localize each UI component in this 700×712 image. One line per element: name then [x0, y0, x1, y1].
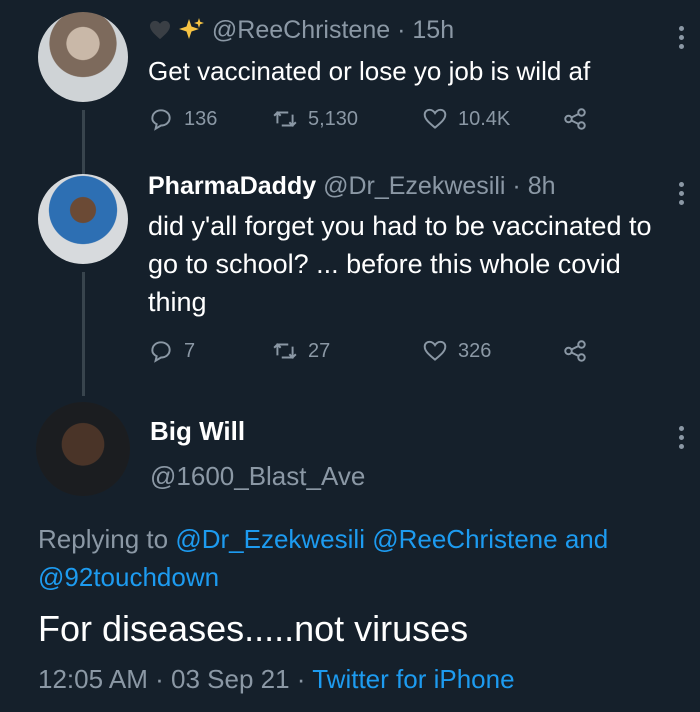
heart-icon — [423, 340, 447, 361]
tweet-meta: 12:05 AM · 03 Sep 21 · Twitter for iPhon… — [38, 664, 515, 695]
tweet1-text: Get vaccinated or lose yo job is wild af — [148, 56, 591, 86]
tweet2-time[interactable]: 8h — [528, 172, 556, 200]
main-tweet-text: For diseases.....not viruses — [38, 608, 469, 649]
replying-prefix: Replying to — [38, 524, 169, 554]
retweet-icon — [273, 343, 297, 359]
tweet-time[interactable]: 12:05 AM — [38, 664, 148, 694]
share-icon — [564, 340, 586, 362]
separator-dot: · — [155, 664, 164, 694]
sparkles-emoji-icon — [178, 17, 205, 41]
tweet-date[interactable]: 03 Sep 21 — [171, 664, 290, 694]
like-count: 10.4K — [458, 107, 511, 130]
retweet-count: 27 — [308, 339, 331, 362]
tweet2-display-name[interactable]: PharmaDaddy — [148, 172, 316, 200]
more-options-icon[interactable] — [679, 22, 684, 53]
avatar-pharmadaddy[interactable] — [38, 174, 128, 264]
tweet1-actions: 136 5,130 10.4K — [148, 106, 588, 132]
share-button[interactable] — [562, 106, 588, 132]
more-options-icon[interactable] — [679, 422, 684, 453]
tweet2-text: did y'all forget you had to be vaccinate… — [148, 211, 652, 317]
heart-icon — [423, 108, 447, 129]
tweet1-time[interactable]: 15h — [412, 16, 454, 44]
tweet2-header: PharmaDaddy @Dr_Ezekwesili · 8h — [148, 172, 556, 201]
mention-and[interactable]: and — [565, 524, 608, 554]
like-button[interactable]: 326 — [422, 338, 562, 364]
like-count: 326 — [458, 339, 492, 362]
separator-dot: · — [296, 664, 306, 694]
tweet2-handle[interactable]: @Dr_Ezekwesili — [323, 172, 505, 200]
tweet1-handle[interactable]: @ReeChristene — [212, 16, 390, 44]
more-options-icon[interactable] — [679, 178, 684, 209]
avatar-reechristene[interactable] — [38, 12, 128, 102]
avatar-big-will[interactable] — [36, 402, 130, 496]
separator-dot: · — [397, 16, 406, 44]
like-button[interactable]: 10.4K — [422, 106, 562, 132]
reply-button[interactable]: 136 — [148, 106, 272, 132]
retweet-icon — [273, 111, 297, 127]
retweet-count: 5,130 — [308, 107, 359, 130]
tweet1-header: @ReeChristene · 15h — [148, 16, 454, 45]
share-icon — [564, 108, 586, 130]
share-button[interactable] — [562, 338, 588, 364]
mention-link[interactable]: @ReeChristene — [372, 524, 557, 554]
thread-line — [82, 110, 85, 174]
retweet-button[interactable]: 27 — [272, 338, 422, 364]
main-handle[interactable]: @1600_Blast_Ave — [150, 461, 365, 492]
reply-button[interactable]: 7 — [148, 338, 272, 364]
mention-link[interactable]: @Dr_Ezekwesili — [175, 524, 365, 554]
heart-emoji-icon — [148, 18, 172, 40]
reply-icon — [151, 109, 171, 131]
thread-line — [82, 272, 85, 396]
reply-icon — [151, 341, 171, 363]
tweet2-actions: 7 27 326 — [148, 338, 588, 364]
reply-count: 7 — [184, 339, 196, 362]
replying-to: Replying to @Dr_Ezekwesili @ReeChristene… — [38, 520, 688, 596]
mention-link[interactable]: @92touchdown — [38, 562, 219, 592]
reply-count: 136 — [184, 107, 218, 130]
main-display-name[interactable]: Big Will — [150, 416, 245, 447]
separator-dot: · — [512, 172, 521, 200]
retweet-button[interactable]: 5,130 — [272, 106, 422, 132]
tweet-source[interactable]: Twitter for iPhone — [312, 664, 514, 694]
